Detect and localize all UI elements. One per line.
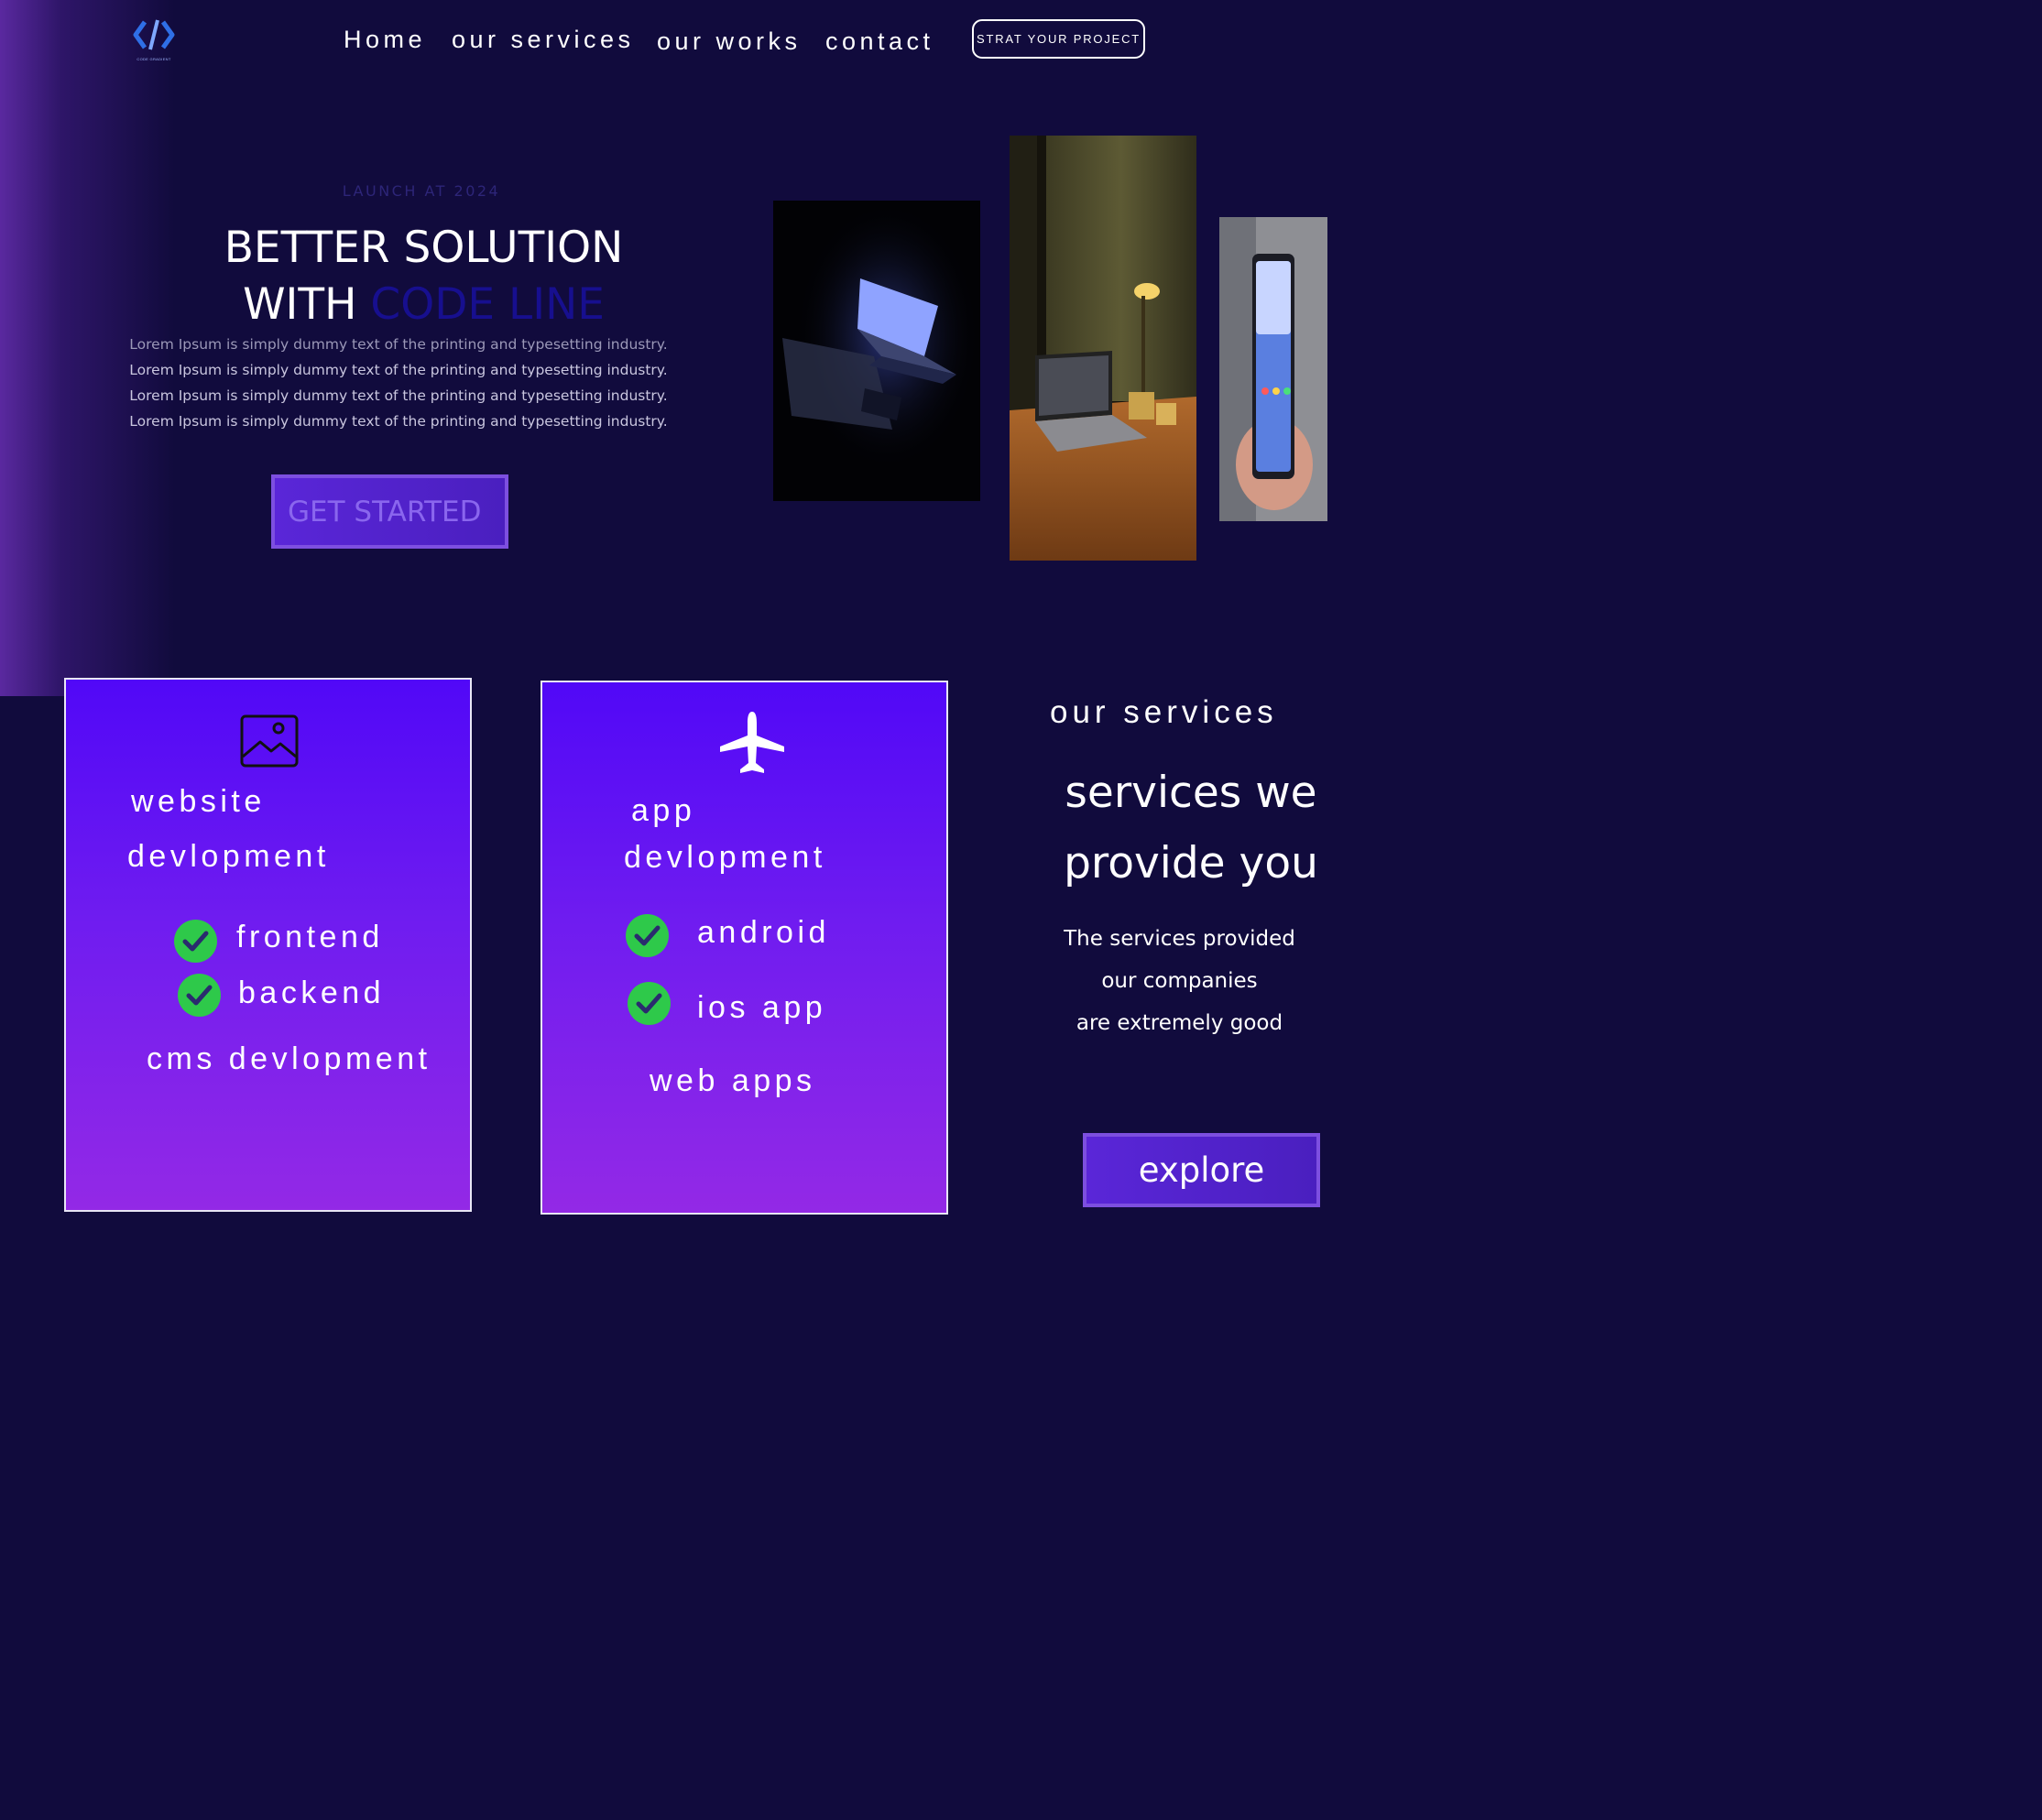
hero-title-accent: CODE LINE	[370, 279, 605, 330]
card-title-line1: website	[131, 784, 266, 819]
laptop-dark-photo	[773, 201, 980, 501]
card-title-line1: app	[631, 793, 696, 828]
phone-in-hand-photo	[1219, 217, 1327, 521]
hero-title-line1: BETTER SOLUTION	[224, 223, 624, 273]
hero-description-line: Lorem Ipsum is simply dummy text of the …	[129, 362, 668, 378]
services-description-line: are extremely good	[1076, 1011, 1283, 1035]
get-started-button[interactable]: GET STARTED	[271, 474, 508, 549]
hero-title: BETTER SOLUTION WITH CODE LINE	[174, 220, 673, 333]
code-gradient-logo[interactable]: CODE GRADIENT	[130, 16, 178, 64]
card-title-line2: devlopment	[624, 840, 826, 875]
launch-tag: LAUNCH AT 2024	[342, 182, 501, 200]
app-development-card: app devlopment android ios app web apps	[541, 681, 948, 1215]
nav-home[interactable]: Home	[344, 26, 426, 54]
hero-description-line: Lorem Ipsum is simply dummy text of the …	[129, 413, 668, 430]
airplane-icon	[720, 712, 784, 773]
services-description-line: our companies	[1101, 969, 1258, 993]
service-item-android: android	[697, 915, 830, 950]
services-description: The services provided our companies are …	[1044, 918, 1315, 1044]
hero-description-line: Lorem Ipsum is simply dummy text of the …	[129, 387, 668, 404]
nav-our-works[interactable]: our works	[657, 27, 802, 56]
service-item-cms: cms devlopment	[147, 1041, 431, 1076]
hero-description-line: Lorem Ipsum is simply dummy text of the …	[129, 336, 668, 353]
services-heading: services we provide you	[1044, 757, 1338, 899]
service-item-backend: backend	[238, 975, 386, 1010]
code-brackets-icon	[133, 19, 175, 50]
service-item-frontend: frontend	[236, 920, 384, 954]
logo-caption: CODE GRADIENT	[136, 57, 171, 61]
services-eyebrow: our services	[1050, 694, 1278, 730]
nav-contact[interactable]: contact	[825, 27, 934, 56]
desk-laptop-photo	[1010, 136, 1196, 561]
service-item-ios-app: ios app	[697, 990, 827, 1025]
image-icon	[240, 714, 299, 768]
services-heading-line: provide you	[1064, 838, 1318, 888]
website-development-card: website devlopment frontend backend cms …	[64, 678, 472, 1212]
start-project-button[interactable]: STRAT YOUR PROJECT	[972, 19, 1145, 59]
check-icon	[178, 974, 221, 1017]
service-item-web-apps: web apps	[650, 1063, 816, 1098]
services-heading-line: services we	[1065, 768, 1317, 818]
hero-description: Lorem Ipsum is simply dummy text of the …	[110, 332, 687, 434]
hero-title-prefix: WITH	[243, 279, 371, 330]
hero-title-line2: WITH CODE LINE	[174, 277, 673, 333]
card-title-line2: devlopment	[127, 839, 330, 874]
check-icon	[626, 914, 669, 957]
explore-button[interactable]: explore	[1083, 1133, 1320, 1207]
services-description-line: The services provided	[1064, 927, 1295, 951]
nav-our-services[interactable]: our services	[452, 26, 635, 54]
check-icon	[628, 982, 671, 1025]
check-icon	[174, 920, 217, 963]
